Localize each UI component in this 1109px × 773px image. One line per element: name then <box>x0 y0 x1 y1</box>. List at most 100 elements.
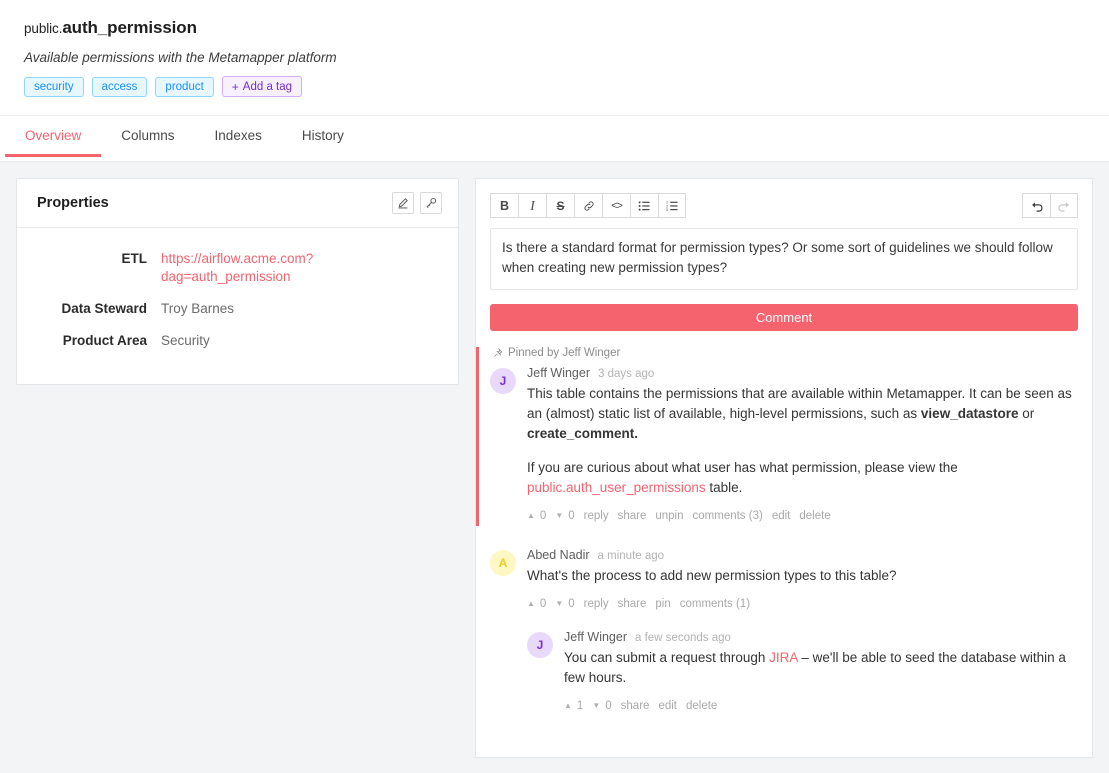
property-label: Product Area <box>62 333 147 348</box>
page-root: public.auth_permission Available permiss… <box>0 0 1109 773</box>
pencil-icon <box>397 197 409 209</box>
downvote-caret-icon: ▼ <box>555 511 564 520</box>
comments-count-action[interactable]: comments (1) <box>680 598 750 610</box>
italic-button[interactable]: I <box>518 193 546 218</box>
bold-button[interactable]: B <box>490 193 518 218</box>
upvote-control[interactable]: ▲ 0 <box>527 510 546 522</box>
share-action[interactable]: share <box>618 598 647 610</box>
downvote-control[interactable]: ▼ 0 <box>592 700 611 712</box>
comment-author[interactable]: Jeff Winger <box>527 366 590 380</box>
add-tag-button[interactable]: + Add a tag <box>221 76 303 97</box>
schema-prefix: public. <box>24 21 63 36</box>
tag-product[interactable]: product <box>155 76 214 97</box>
comment-content: Abed Nadir a minute ago What's the proce… <box>527 548 1078 712</box>
code-button[interactable]: <​> <box>602 193 630 218</box>
tab-columns[interactable]: Columns <box>101 116 194 156</box>
reply-action[interactable]: reply <box>584 510 609 522</box>
comment-body: You can submit a request through JIRA – … <box>564 648 1078 688</box>
property-value-etl-link[interactable]: https://airflow.acme.com?dag=auth_permis… <box>161 250 442 286</box>
pinned-by-row: Pinned by Jeff Winger <box>490 347 1078 359</box>
properties-title: Properties <box>37 195 109 211</box>
page-title: public.auth_permission <box>24 18 1109 39</box>
tab-overview[interactable]: Overview <box>5 116 102 157</box>
avatar: J <box>527 632 553 658</box>
undo-icon <box>1030 200 1044 212</box>
editor-toolbar: B I S <box>490 193 1078 218</box>
share-action[interactable]: share <box>618 510 647 522</box>
upvote-count: 0 <box>539 598 547 610</box>
comment-meta: Abed Nadir a minute ago <box>527 548 1078 562</box>
numbered-list-button[interactable]: 1 2 3 <box>658 193 686 218</box>
unpin-action[interactable]: unpin <box>655 510 683 522</box>
strikethrough-button[interactable]: S <box>546 193 574 218</box>
text-segment: or <box>1018 406 1035 421</box>
comment-content: Jeff Winger a few seconds ago You can su… <box>564 630 1078 712</box>
link-button[interactable] <box>574 193 602 218</box>
submit-comment-button[interactable]: Comment <box>490 304 1078 331</box>
share-action[interactable]: share <box>621 700 650 712</box>
properties-card-header: Properties <box>17 179 458 228</box>
comment-actions: ▲ 0 ▼ 0 reply share unpin comments (3) e… <box>527 510 1078 522</box>
comment-meta: Jeff Winger a few seconds ago <box>564 630 1078 644</box>
link-jira[interactable]: JIRA <box>769 650 798 665</box>
property-row-product-area: Product Area Security <box>33 332 442 350</box>
text-segment: table. <box>705 480 743 495</box>
upvote-caret-icon: ▲ <box>527 511 535 520</box>
comment-editor-input[interactable]: Is there a standard format for permissio… <box>490 228 1078 290</box>
link-auth-user-permissions[interactable]: public.auth_user_permissions <box>527 480 706 495</box>
comment-author[interactable]: Abed Nadir <box>527 548 590 562</box>
text-bold-view-datastore: view_datastore <box>920 406 1019 421</box>
upvote-count: 0 <box>539 510 547 522</box>
upvote-count: 1 <box>576 700 584 712</box>
upvote-control[interactable]: ▲ 0 <box>527 598 546 610</box>
bullet-list-button[interactable] <box>630 193 658 218</box>
reply-action[interactable]: reply <box>584 598 609 610</box>
comment-reply: J Jeff Winger a few seconds ago You can … <box>527 630 1078 712</box>
text-bold-create-comment: create_comment. <box>527 426 639 441</box>
comment-thread: Pinned by Jeff Winger J Jeff Winger 3 da… <box>476 347 1078 716</box>
tab-indexes[interactable]: Indexes <box>195 116 282 156</box>
code-icon: <​> <box>611 199 623 212</box>
italic-icon: I <box>530 197 535 213</box>
pinned-by-label: Pinned by Jeff Winger <box>508 347 621 359</box>
comments-count-action[interactable]: comments (3) <box>693 510 763 522</box>
comment-body: This table contains the permissions that… <box>527 384 1078 498</box>
downvote-control[interactable]: ▼ 0 <box>555 598 574 610</box>
edit-action[interactable]: edit <box>658 700 677 712</box>
edit-action[interactable]: edit <box>772 510 791 522</box>
tab-bar: Overview Columns Indexes History <box>0 116 1109 162</box>
property-row-etl: ETL https://airflow.acme.com?dag=auth_pe… <box>33 250 442 286</box>
tag-access[interactable]: access <box>91 76 148 97</box>
downvote-caret-icon: ▼ <box>592 701 601 710</box>
upvote-caret-icon: ▲ <box>564 701 572 710</box>
page-body: Properties ETL https://airflow.acme.com?… <box>0 162 1109 773</box>
property-row-data-steward: Data Steward Troy Barnes <box>33 300 442 318</box>
upvote-caret-icon: ▲ <box>527 599 535 608</box>
properties-card: Properties ETL https://airflow.acme.com?… <box>16 178 459 385</box>
comment-author[interactable]: Jeff Winger <box>564 630 627 644</box>
downvote-count: 0 <box>568 510 575 522</box>
downvote-count: 0 <box>568 598 575 610</box>
delete-action[interactable]: delete <box>799 510 830 522</box>
pin-action[interactable]: pin <box>655 598 670 610</box>
property-label: ETL <box>121 251 148 266</box>
comment-actions: ▲ 0 ▼ 0 reply share pin comments (1) <box>527 598 1078 610</box>
tag-security[interactable]: security <box>24 76 84 97</box>
upvote-control[interactable]: ▲ 1 <box>564 700 583 712</box>
left-column: Properties ETL https://airflow.acme.com?… <box>16 178 459 385</box>
comment-actions: ▲ 1 ▼ 0 share edit delete <box>564 700 1078 712</box>
add-tag-label: Add a tag <box>242 80 293 93</box>
avatar: A <box>490 550 516 576</box>
permissions-key-button[interactable] <box>420 192 442 214</box>
right-column: B I S <box>475 178 1093 758</box>
edit-properties-button[interactable] <box>392 192 414 214</box>
reply-list: J Jeff Winger a few seconds ago You can … <box>527 630 1078 712</box>
undo-button[interactable] <box>1022 193 1050 218</box>
formatting-button-group: B I S <box>490 193 686 218</box>
comment-timestamp: a few seconds ago <box>635 632 731 644</box>
properties-list: ETL https://airflow.acme.com?dag=auth_pe… <box>17 228 458 384</box>
delete-action[interactable]: delete <box>686 700 717 712</box>
downvote-control[interactable]: ▼ 0 <box>555 510 574 522</box>
tab-history[interactable]: History <box>282 116 364 156</box>
redo-button[interactable] <box>1050 193 1078 218</box>
